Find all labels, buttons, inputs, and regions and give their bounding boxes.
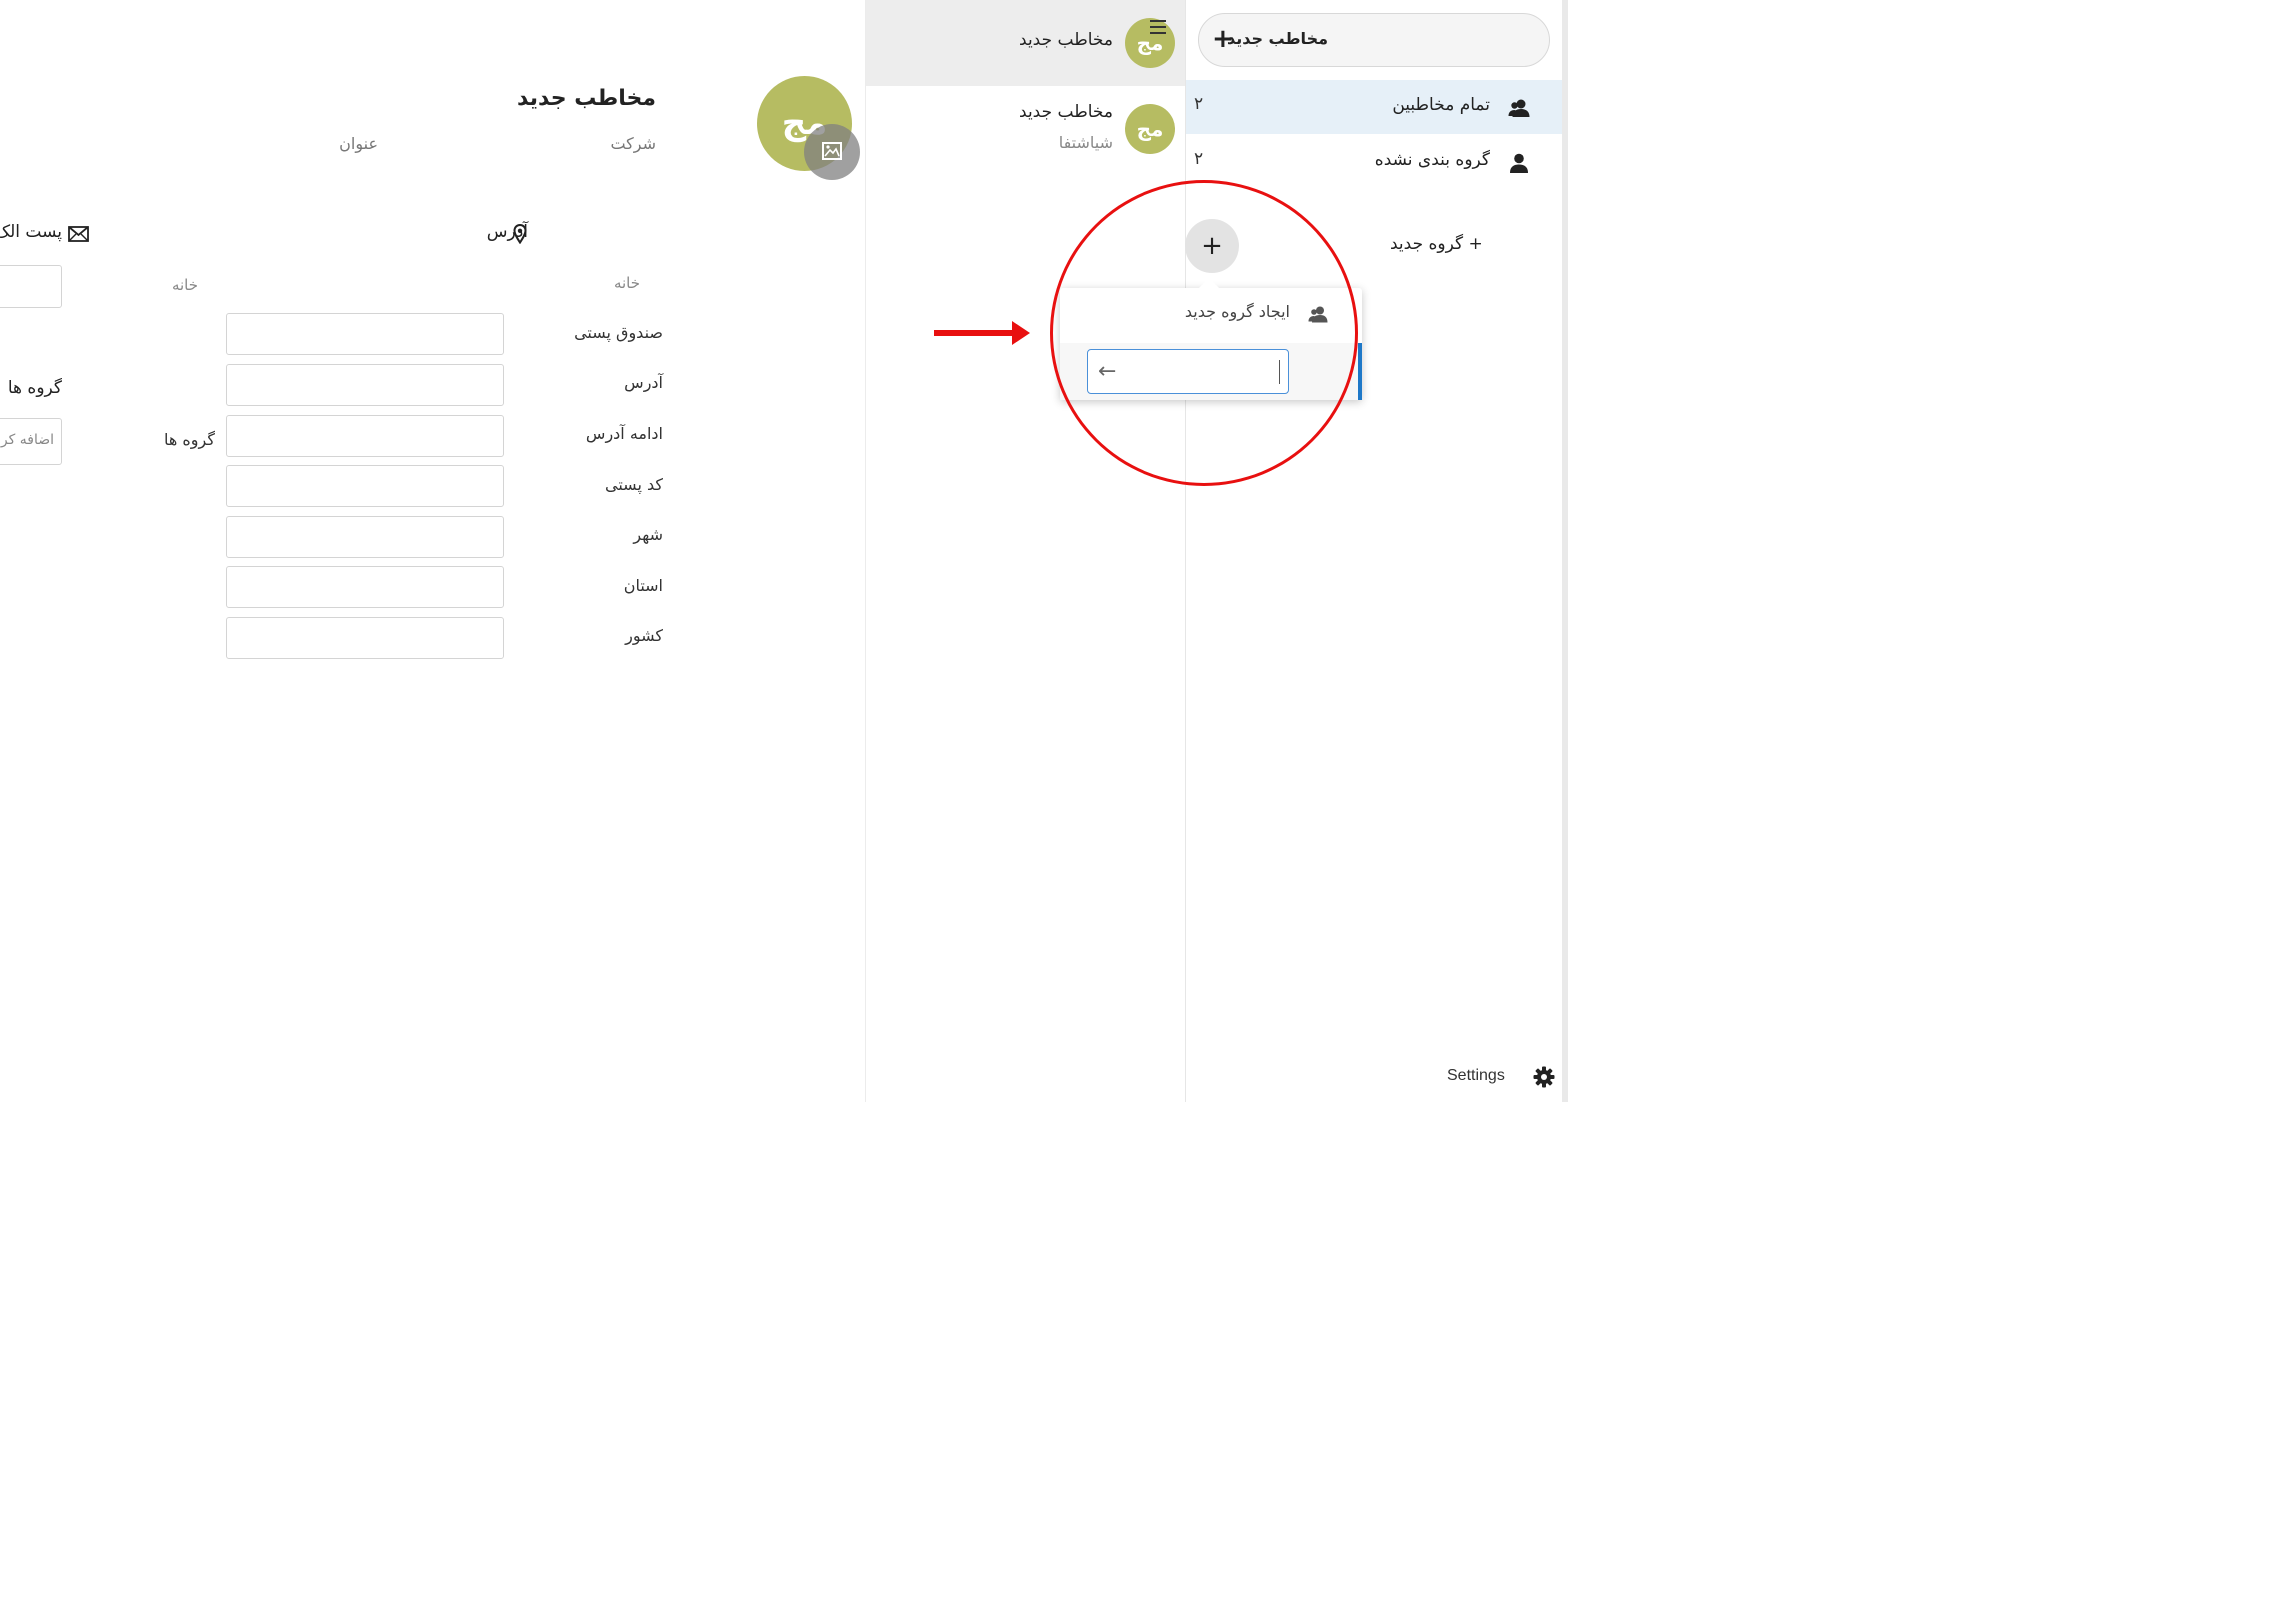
extended-address-label: ادامه آدرس xyxy=(585,424,663,443)
extended-address-input[interactable] xyxy=(226,415,504,457)
mail-icon xyxy=(68,226,89,242)
settings-label: Settings xyxy=(1447,1067,1505,1084)
city-label: شهر xyxy=(633,525,663,544)
gear-icon xyxy=(1533,1066,1555,1088)
country-input[interactable] xyxy=(226,617,504,659)
nav-item-count: ۲ xyxy=(1194,149,1204,169)
company-field[interactable]: شرکت xyxy=(610,134,656,153)
contact-item-avatar: مج xyxy=(1125,104,1175,154)
nav-item-label: تمام مخاطبین xyxy=(1392,95,1490,115)
state-label: استان xyxy=(623,576,663,595)
groups-select-placeholder: اضافه کر xyxy=(0,432,54,448)
postal-code-input[interactable] xyxy=(226,465,504,507)
new-contact-button[interactable]: مخاطب جدید + xyxy=(1198,13,1550,67)
contact-list-item[interactable]: مج مخاطب جدید شیاشتفا xyxy=(866,86,1185,172)
contact-list-item[interactable]: مج مخاطب جدید xyxy=(866,0,1185,86)
window-scroll-edge xyxy=(1562,0,1568,1102)
nav-item-ungrouped[interactable]: گروه بندی نشده ۲ xyxy=(1186,135,1562,189)
contact-item-name: مخاطب جدید xyxy=(1019,102,1113,122)
po-box-input[interactable] xyxy=(226,313,504,355)
email-heading-text: پست الک xyxy=(0,222,62,242)
groups-heading: گروه ها xyxy=(7,378,62,398)
email-input[interactable] xyxy=(0,265,62,308)
popover-accent-bar xyxy=(1358,343,1362,400)
groups-heading-wrap: گروه ها xyxy=(0,378,64,404)
annotation-arrow-icon xyxy=(934,321,1030,345)
new-group-link[interactable]: + گروه جدید xyxy=(1390,234,1483,254)
postal-code-label: کد پستی xyxy=(605,475,663,494)
title-field[interactable]: عنوان xyxy=(339,134,378,153)
settings-button[interactable]: Settings xyxy=(1440,1062,1560,1092)
nav-item-label: گروه بندی نشده xyxy=(1374,150,1490,170)
nav-item-all-contacts[interactable]: تمام مخاطبین ۲ xyxy=(1186,80,1562,134)
new-contact-label: مخاطب جدید xyxy=(1226,29,1328,48)
nav-item-count: ۲ xyxy=(1194,94,1204,114)
menu-icon[interactable] xyxy=(1148,17,1168,37)
city-input[interactable] xyxy=(226,516,504,558)
plus-icon: + xyxy=(1212,24,1234,54)
contacts-icon xyxy=(1508,99,1530,117)
change-photo-button[interactable] xyxy=(804,124,860,180)
map-pin-icon xyxy=(513,224,527,244)
contact-item-company: شیاشتفا xyxy=(1058,133,1113,152)
address-type-select[interactable]: خانه xyxy=(614,274,640,292)
contact-item-name: مخاطب جدید xyxy=(1019,30,1113,50)
contact-name[interactable]: مخاطب جدید xyxy=(517,86,656,111)
email-type-select[interactable]: خانه xyxy=(172,276,198,294)
state-input[interactable] xyxy=(226,566,504,608)
groups-select[interactable]: اضافه کر xyxy=(0,418,62,465)
groups-label: گروه ها xyxy=(164,430,215,449)
country-label: کشور xyxy=(625,626,663,645)
street-address-label: آدرس xyxy=(624,373,663,392)
po-box-label: صندوق پستی xyxy=(574,323,663,342)
image-icon xyxy=(822,142,842,160)
person-icon xyxy=(1510,153,1528,173)
annotation-highlight-circle xyxy=(1050,180,1358,486)
street-address-input[interactable] xyxy=(226,364,504,406)
